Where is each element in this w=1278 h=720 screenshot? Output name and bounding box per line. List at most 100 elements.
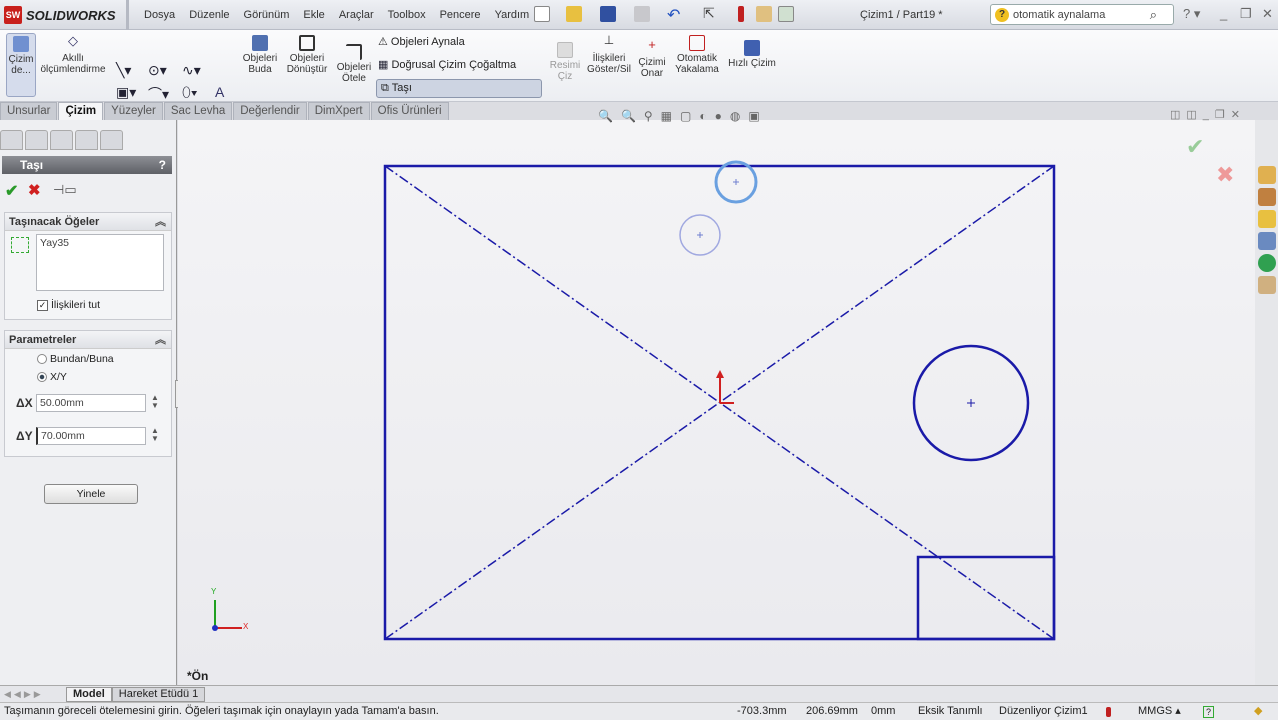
ellipse-icon[interactable]: ⬯▾	[182, 84, 198, 101]
status-y-coordinate: 206.69mm	[806, 705, 858, 717]
tab-motion-study-1[interactable]: Hareket Etüdü 1	[111, 686, 206, 702]
search-input[interactable]: otomatik aynalama	[1013, 9, 1146, 21]
spline-icon[interactable]: ∿▾	[182, 62, 201, 79]
heads-up-view-toolbar[interactable]: 🔍🔍⚲▦▢◐●◍▣	[598, 109, 768, 123]
convert-entities-button[interactable]: Objeleri Dönüştür	[284, 35, 330, 75]
line-icon[interactable]: ╲▾	[116, 62, 131, 79]
display-relations-button[interactable]: ⊥ İlişkileri Göster/Sil	[585, 34, 633, 75]
keep-relations-checkbox[interactable]: ✓ İlişkileri tut	[37, 299, 100, 311]
cancel-x-icon[interactable]: ✖	[28, 181, 41, 199]
property-manager-tab-icon[interactable]	[25, 130, 48, 150]
tab-dimxpert[interactable]: DimXpert	[307, 102, 370, 120]
tag-icon[interactable]: ◆	[1254, 703, 1262, 720]
collapse-icon[interactable]: ︽	[155, 331, 166, 349]
tab-degerlendir[interactable]: Değerlendir	[233, 102, 307, 120]
configuration-manager-tab-icon[interactable]	[50, 130, 73, 150]
confirm-corner-cancel-icon[interactable]: ✖	[1216, 162, 1234, 188]
tab-sac-levha[interactable]: Sac Levha	[163, 102, 233, 120]
repeat-button[interactable]: Yinele	[44, 484, 138, 504]
menu-gorunum[interactable]: Görünüm	[237, 9, 297, 21]
menu-yardim[interactable]: Yardım	[488, 9, 537, 21]
feature-tree-tab-icon[interactable]	[0, 130, 23, 150]
tab-unsurlar[interactable]: Unsurlar	[0, 102, 58, 120]
display-manager-tab-icon[interactable]	[100, 130, 123, 150]
new-document-icon[interactable]	[534, 6, 550, 22]
dimxpert-tab-icon[interactable]	[75, 130, 98, 150]
pushpin-icon[interactable]: ⊣▭	[53, 182, 77, 198]
rapid-sketch-button[interactable]: Hızlı Çizim	[728, 40, 776, 69]
graphics-area[interactable]: Y X *Ön 🔍🔍⚲▦▢◐●◍▣ ✔ ✖ ◫◫_❐✕	[178, 109, 1255, 685]
status-definition: Eksik Tanımlı	[918, 705, 983, 717]
close-icon[interactable]: ✕	[1262, 6, 1273, 22]
custom-properties-icon[interactable]	[1258, 276, 1276, 294]
quick-snaps-button[interactable]: Otomatik Yakalama	[672, 35, 722, 75]
radio-unselected-icon[interactable]	[37, 354, 47, 364]
select-arrow-icon[interactable]: ⇱	[703, 5, 715, 22]
delta-y-spinner[interactable]: ▲ ▼	[151, 427, 159, 443]
rectangle-icon[interactable]: ▣▾	[116, 84, 136, 101]
linear-pattern-button[interactable]: ▦ Doğrusal Çizim Çoğaltma	[378, 58, 516, 71]
options-icon[interactable]	[778, 6, 794, 22]
viewport-window-controls[interactable]: ◫◫_❐✕	[1170, 108, 1246, 121]
trim-button[interactable]: Objeleri Buda	[240, 35, 280, 75]
collapse-icon[interactable]: ︽	[155, 213, 166, 231]
file-explorer-icon[interactable]	[1258, 210, 1276, 228]
tab-scroll-arrows[interactable]: ◀◀▶▶	[0, 689, 66, 700]
radio-from-to[interactable]: Bundan/Buna	[37, 353, 114, 365]
sketch-button[interactable]: Çizim de...	[6, 33, 36, 97]
list-item[interactable]: Yay35	[40, 237, 69, 249]
radio-selected-icon[interactable]	[37, 372, 47, 382]
smart-dimension-button[interactable]: ◇ Akıllı ölçümlendirme	[40, 34, 106, 75]
rebuild-status-icon[interactable]	[1106, 707, 1111, 717]
print-icon[interactable]	[634, 6, 650, 22]
tab-cizim[interactable]: Çizim	[58, 102, 104, 120]
sketch-picture-button[interactable]: Resimi Çiz	[548, 42, 582, 82]
restore-icon[interactable]: ❐	[1240, 6, 1252, 22]
solidworks-logo[interactable]: SW SOLIDWORKS	[4, 6, 116, 24]
menu-dosya[interactable]: Dosya	[137, 9, 182, 21]
menu-duzenle[interactable]: Düzenle	[182, 9, 236, 21]
checkbox-checked-icon[interactable]: ✓	[37, 299, 48, 311]
appearances-icon[interactable]	[1258, 254, 1276, 272]
offset-entities-button[interactable]: Objeleri Ötele	[335, 44, 373, 84]
arc-icon[interactable]: ⌒▾	[148, 84, 169, 104]
units-selector[interactable]: MMGS ▴	[1138, 703, 1181, 720]
quick-tips-icon[interactable]: ?	[1203, 706, 1214, 718]
pm-help-icon[interactable]: ?	[159, 156, 166, 174]
help-icon[interactable]: ? ▾	[1183, 6, 1200, 22]
menu-ekle[interactable]: Ekle	[296, 9, 331, 21]
delta-x-input[interactable]: 50.00mm	[36, 394, 146, 412]
search-icon[interactable]: ⌕	[1150, 7, 1157, 23]
circle-icon[interactable]: ⊙▾	[148, 62, 167, 79]
entities-list[interactable]: Yay35	[36, 234, 164, 291]
ok-check-icon[interactable]: ✔	[5, 181, 18, 201]
home-icon[interactable]	[1258, 166, 1276, 184]
view-palette-icon[interactable]	[1258, 232, 1276, 250]
menu-toolbox[interactable]: Toolbox	[381, 9, 433, 21]
menu-araclar[interactable]: Araçlar	[332, 9, 381, 21]
rebuild-icon[interactable]	[738, 6, 744, 22]
delta-x-spinner[interactable]: ▲ ▼	[151, 394, 159, 410]
search-box[interactable]: ? otomatik aynalama ⌕	[990, 4, 1174, 25]
confirm-corner-check-icon[interactable]: ✔	[1186, 134, 1204, 160]
radio-xy[interactable]: X/Y	[37, 371, 67, 383]
open-folder-icon[interactable]	[566, 6, 582, 22]
minimize-icon[interactable]: _	[1220, 6, 1227, 21]
menu-pencere[interactable]: Pencere	[433, 9, 488, 21]
file-properties-icon[interactable]	[756, 6, 772, 22]
move-button[interactable]: ⧉ Taşı	[376, 79, 542, 98]
parameters-group-header[interactable]: Parametreler ︽	[5, 331, 171, 349]
design-library-icon[interactable]	[1258, 188, 1276, 206]
tab-ofis-urunleri[interactable]: Ofis Ürünleri	[370, 102, 449, 120]
repair-sketch-button[interactable]: + Çizimi Onar	[637, 38, 667, 79]
mirror-button[interactable]: ⚠ Objeleri Aynala	[378, 35, 465, 48]
entities-group-header[interactable]: Taşınacak Öğeler ︽	[5, 213, 171, 231]
tab-model[interactable]: Model	[66, 686, 112, 702]
small-rectangle[interactable]	[916, 555, 1056, 641]
text-icon[interactable]: A	[215, 84, 224, 100]
tab-yuzeyler[interactable]: Yüzeyler	[104, 102, 163, 120]
save-icon[interactable]	[600, 6, 616, 22]
sketch-label: Çizim de...	[8, 54, 34, 76]
delta-y-input[interactable]: 70.00mm	[36, 427, 146, 445]
undo-icon[interactable]: ↶	[667, 5, 680, 25]
